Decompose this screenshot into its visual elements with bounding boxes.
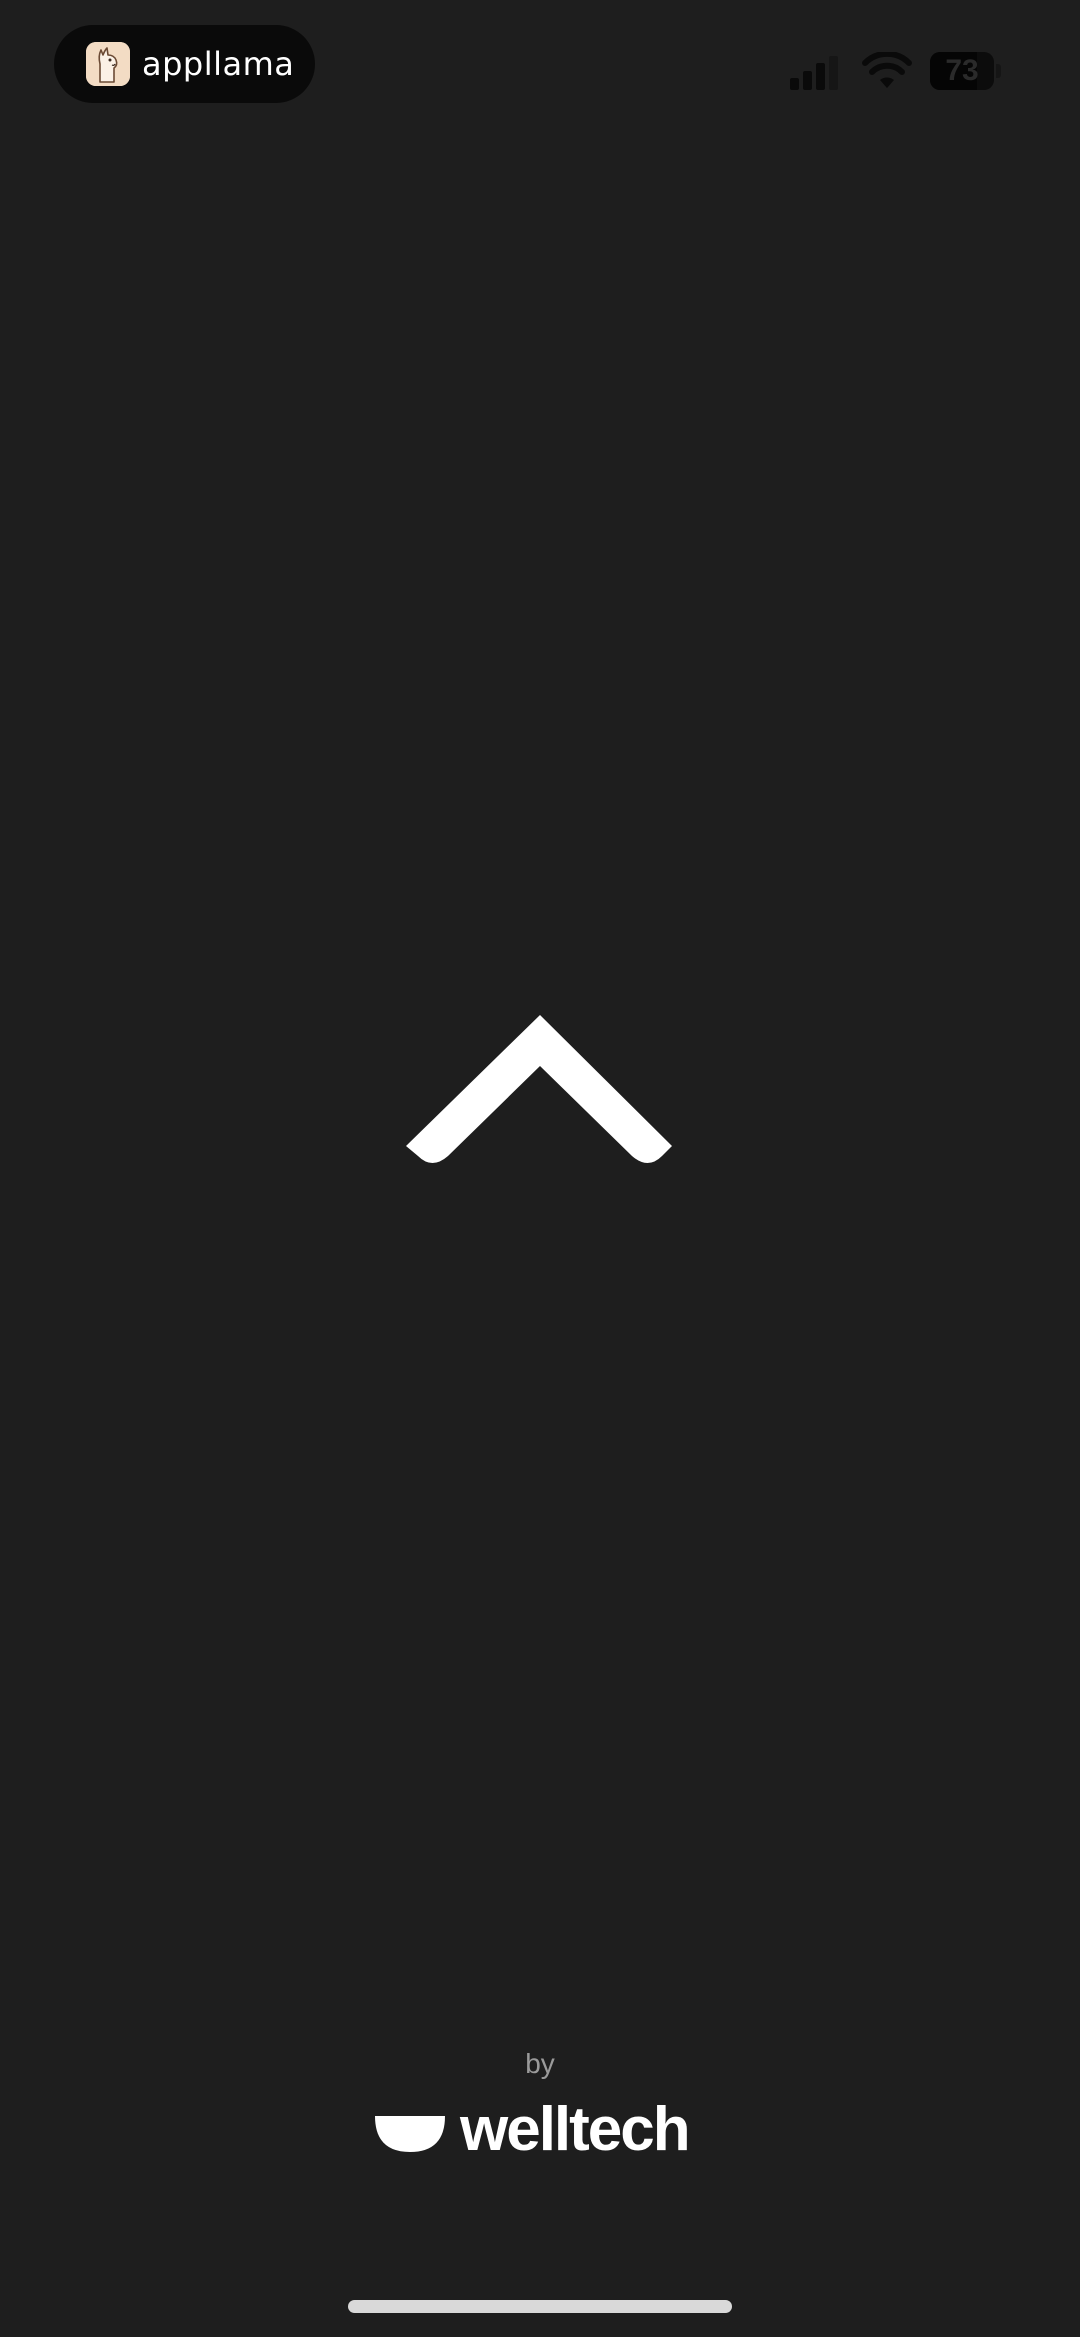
battery-icon: 73: [930, 52, 1002, 90]
battery-percent: 73: [945, 54, 979, 87]
welltech-bowl-icon: [375, 2116, 445, 2152]
by-label: by: [525, 2048, 555, 2079]
app-badge-name: appllama: [142, 45, 295, 83]
chevron-up-icon: [400, 1010, 680, 1185]
wifi-icon: [862, 50, 912, 90]
battery-body: 73: [930, 52, 994, 90]
welltech-logo: welltech: [375, 2098, 715, 2162]
brand-name: welltech: [460, 2095, 691, 2164]
app-badge[interactable]: appllama: [54, 25, 315, 103]
splash-screen: appllama 73 by welltech: [0, 0, 1080, 2337]
home-indicator[interactable]: [348, 2300, 732, 2313]
llama-icon: [86, 42, 130, 86]
signal-bars-icon: [790, 56, 844, 90]
battery-cap: [996, 64, 1001, 78]
